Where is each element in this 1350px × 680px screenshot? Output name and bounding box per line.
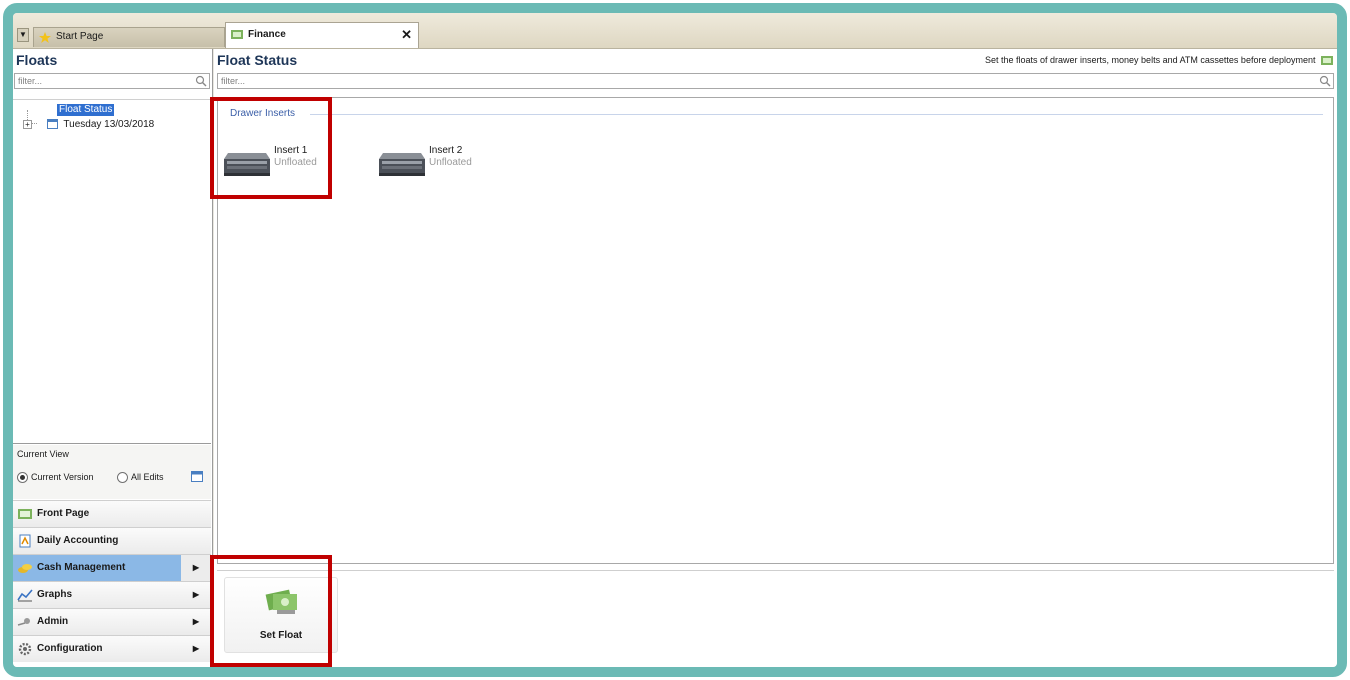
current-view-section: Current View Current Version All Edits: [13, 445, 211, 499]
radio-label: All Edits: [131, 472, 164, 482]
nav-label: Configuration: [37, 643, 103, 654]
nav-item-cash-management[interactable]: Cash Management ▶: [13, 554, 211, 581]
filter-placeholder: filter...: [221, 76, 246, 86]
tab-label: Start Page: [56, 31, 104, 42]
chevron-right-icon[interactable]: ▶: [193, 555, 199, 581]
graphs-icon: [17, 589, 33, 602]
filter-placeholder: filter...: [18, 76, 43, 86]
nav-label: Cash Management: [37, 562, 126, 573]
tab-dropdown-button[interactable]: ▼: [17, 28, 29, 42]
admin-icon: [17, 618, 30, 626]
front-page-icon: [18, 509, 32, 519]
tab-finance[interactable]: Finance ✕: [225, 22, 419, 48]
set-float-highlight-box: [210, 555, 332, 667]
nav-item-admin[interactable]: Admin ▶: [13, 608, 211, 635]
tree-item-label: Tuesday 13/03/2018: [63, 119, 155, 130]
daily-accounting-icon: [19, 534, 31, 548]
cash-management-icon: [18, 564, 32, 573]
navigation-list: Front Page Daily Accounting Cash Managem…: [13, 500, 211, 662]
floats-tree: Float Status + Tuesday 13/03/2018: [13, 99, 211, 444]
chevron-right-icon[interactable]: ▶: [193, 609, 199, 635]
float-status-filter-input[interactable]: filter...: [217, 73, 1334, 89]
panel-title: Floats: [16, 52, 58, 68]
search-icon[interactable]: [1319, 75, 1331, 87]
drawer-inserts-view: Drawer Inserts Insert 1 Unfloated Insert…: [217, 97, 1334, 564]
nav-label: Graphs: [37, 589, 73, 600]
insert-name: Insert 2: [429, 145, 463, 156]
application: ▼ Start Page Finance ✕ Floats filter... …: [13, 13, 1337, 667]
tab-start-page[interactable]: Start Page: [33, 27, 225, 47]
radio-button-selected[interactable]: [17, 472, 28, 484]
current-view-label: Current View: [17, 449, 69, 459]
description-text: Set the floats of drawer inserts, money …: [984, 55, 1316, 65]
insert-highlight-box: [210, 97, 332, 199]
drawer-insert-icon: [379, 153, 425, 176]
floats-filter-input[interactable]: filter...: [14, 73, 210, 89]
page-title: Float Status: [217, 52, 298, 68]
nav-item-configuration[interactable]: Configuration ▶: [13, 635, 211, 662]
expand-icon[interactable]: +: [23, 119, 32, 129]
finance-icon: [1321, 56, 1333, 66]
nav-label: Admin: [37, 616, 69, 627]
gear-icon: [18, 642, 32, 656]
nav-label: Front Page: [37, 508, 90, 519]
nav-item-daily-accounting[interactable]: Daily Accounting: [13, 527, 211, 554]
group-divider: [310, 114, 1323, 115]
radio-button[interactable]: [117, 472, 128, 484]
tab-strip: ▼ Start Page Finance ✕: [13, 13, 1337, 49]
float-status-panel: Float Status Set the floats of drawer in…: [214, 49, 1337, 667]
action-bar: Set Float: [217, 570, 1334, 665]
tab-label: Finance: [248, 29, 286, 40]
search-icon[interactable]: [195, 75, 207, 87]
insert-status: Unfloated: [429, 157, 472, 168]
nav-label: Daily Accounting: [37, 535, 119, 546]
insert-item[interactable]: Insert 2 Unfloated: [377, 143, 497, 183]
chevron-right-icon[interactable]: ▶: [193, 582, 199, 608]
window-frame: ▼ Start Page Finance ✕ Floats filter... …: [3, 3, 1347, 677]
chevron-right-icon[interactable]: ▶: [193, 636, 199, 662]
star-icon: [39, 32, 51, 43]
calendar-icon[interactable]: [191, 471, 203, 482]
close-icon[interactable]: ✕: [401, 23, 412, 47]
nav-item-front-page[interactable]: Front Page: [13, 500, 211, 527]
floats-panel: Floats filter... Float Status + Tuesday …: [13, 49, 213, 667]
radio-current-version[interactable]: Current Version: [17, 471, 94, 484]
nav-item-graphs[interactable]: Graphs ▶: [13, 581, 211, 608]
finance-icon: [231, 30, 243, 39]
tree-item-float-status[interactable]: Float Status: [57, 104, 115, 116]
tree-item-date[interactable]: + Tuesday 13/03/2018: [23, 119, 154, 131]
radio-all-edits[interactable]: All Edits: [117, 471, 164, 484]
page-description: Set the floats of drawer inserts, money …: [985, 55, 1333, 66]
radio-label: Current Version: [31, 472, 94, 482]
calendar-icon: [46, 119, 58, 130]
